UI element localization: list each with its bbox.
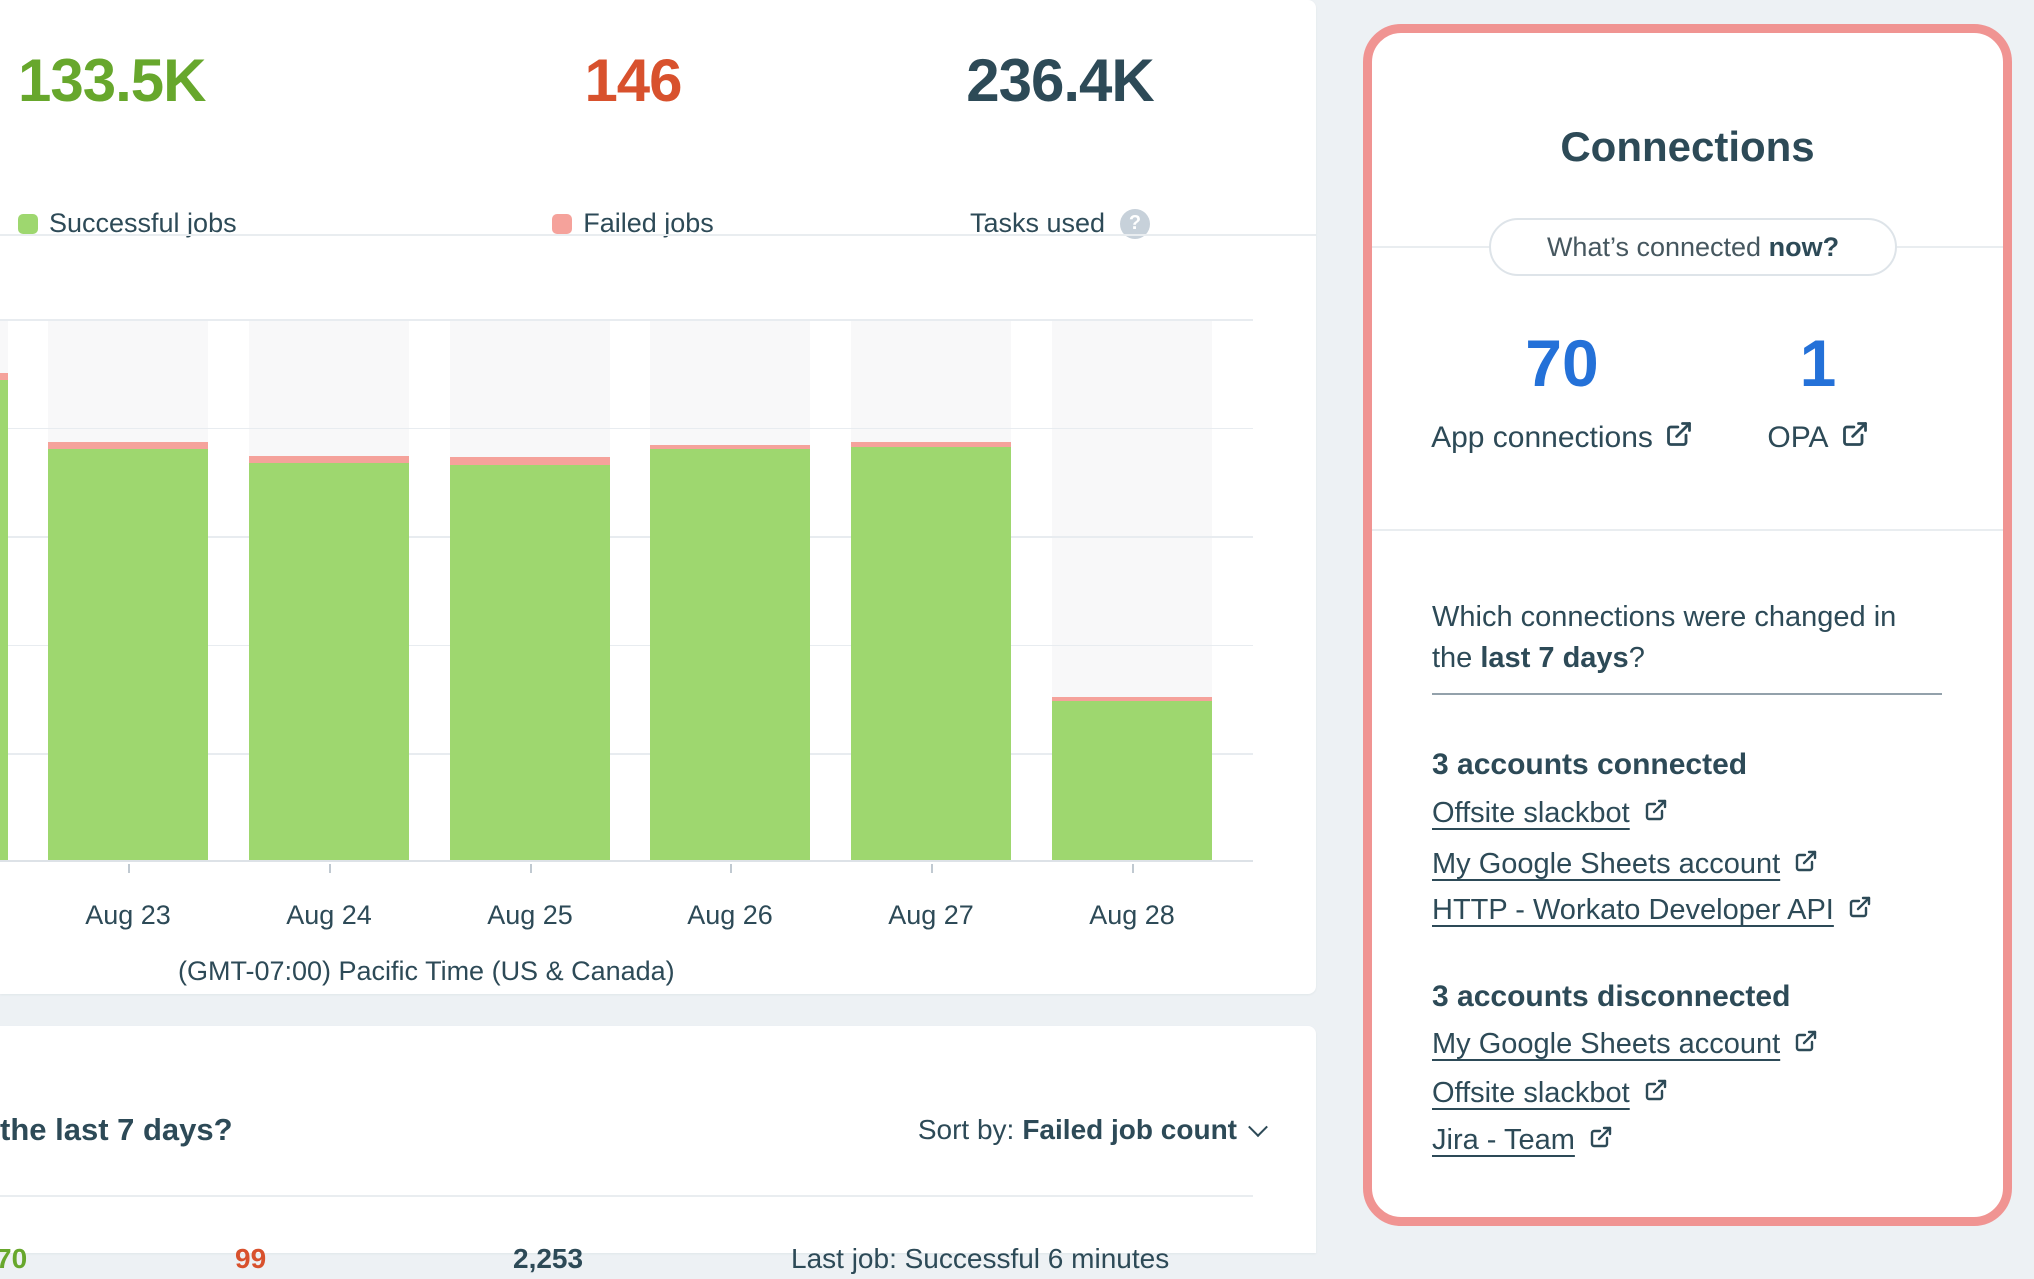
successful-jobs-legend-swatch: [18, 214, 38, 234]
disconnected-link-my-google-sheets-account[interactable]: My Google Sheets account: [1432, 1028, 1818, 1061]
disconnected-link-jira-team[interactable]: Jira - Team: [1432, 1124, 1613, 1157]
failed-jobs-segment: [0, 373, 8, 380]
link-label: Offsite slackbot: [1432, 1077, 1630, 1110]
successful-jobs-segment: [851, 447, 1011, 860]
x-axis-tick: [1132, 864, 1134, 873]
opa-link[interactable]: OPA: [1718, 420, 1918, 456]
failed-jobs-legend-swatch: [552, 214, 572, 234]
connections-title: Connections: [1372, 123, 2003, 171]
failed-jobs-segment: [48, 442, 208, 449]
chevron-down-icon: [1248, 1117, 1268, 1137]
app-connections-label: App connections: [1431, 421, 1653, 455]
failed-jobs-segment: [249, 456, 409, 463]
accounts-disconnected-heading: 3 accounts disconnected: [1432, 980, 1790, 1014]
link-label: Offsite slackbot: [1432, 797, 1630, 830]
recipe-row-clipped[interactable]: 70 99 2,253 Last job: Successful 6 minut…: [0, 1243, 1253, 1279]
connections-card: Connections What’s connected now? 70 App…: [1363, 24, 2012, 1226]
x-axis-tick: [730, 864, 732, 873]
question-underline-rule: [1432, 693, 1942, 695]
failed-jobs-value: 146: [503, 48, 763, 114]
external-link-icon: [1589, 1124, 1613, 1157]
x-axis-label: Aug 28: [1089, 900, 1175, 931]
successful-jobs-segment: [1052, 701, 1212, 860]
x-axis-tick: [530, 864, 532, 873]
successful-jobs-segment: [249, 463, 409, 860]
opa-label: OPA: [1767, 421, 1828, 455]
bar-aug-26[interactable]: [650, 445, 810, 860]
recipes-heading-fragment: the last 7 days?: [0, 1112, 233, 1148]
external-link-icon: [1644, 797, 1668, 830]
x-axis-label: Aug 26: [687, 900, 773, 931]
external-link-icon: [1794, 848, 1818, 881]
link-label: HTTP - Workato Developer API: [1432, 894, 1834, 927]
jobs-summary-card: 133.5KSuccessful jobs 146Failed jobs 236.4…: [0, 0, 1316, 994]
bar-aug-24[interactable]: [249, 456, 409, 860]
external-link-icon: [1665, 420, 1693, 456]
external-link-icon: [1644, 1077, 1668, 1110]
chart-gridline: [0, 319, 1253, 321]
app-connections-link[interactable]: App connections: [1457, 420, 1667, 456]
pill-text: What’s connected: [1547, 232, 1769, 263]
chart-timezone-label: (GMT-07:00) Pacific Time (US & Canada): [178, 956, 675, 987]
sort-by-dropdown[interactable]: Sort by: Failed job count: [918, 1114, 1265, 1146]
stat-failed-jobs: 146Failed jobs: [503, 48, 763, 114]
disconnected-link-offsite-slackbot[interactable]: Offsite slackbot: [1432, 1077, 1668, 1110]
successful-jobs-segment: [650, 449, 810, 860]
bar-aug-22[interactable]: [0, 373, 8, 860]
x-axis-tick: [128, 864, 130, 873]
stat-successful-jobs: 133.5KSuccessful jobs: [18, 48, 318, 114]
link-label: My Google Sheets account: [1432, 1028, 1780, 1061]
x-axis-tick: [931, 864, 933, 873]
successful-jobs-segment: [48, 449, 208, 860]
x-axis-label: Aug 24: [286, 900, 372, 931]
stat-tasks-used: 236.4KTasks used?: [930, 48, 1190, 114]
opa-stat: 1 OPA: [1718, 328, 1918, 456]
question-suffix: ?: [1629, 642, 1645, 674]
connected-link-offsite-slackbot[interactable]: Offsite slackbot: [1432, 797, 1668, 830]
jobs-bar-chart: [0, 319, 1253, 862]
app-connections-stat: 70 App connections: [1457, 328, 1667, 456]
chart-gridline: [0, 428, 1253, 430]
connections-section-divider: [1372, 529, 2003, 531]
question-bold: last 7 days: [1480, 642, 1628, 674]
connected-link-http-workato-developer-api[interactable]: HTTP - Workato Developer API: [1432, 894, 1872, 927]
stats-chart-divider: [0, 234, 1316, 236]
recipes-divider: [0, 1195, 1253, 1197]
tasks-used-value: 236.4K: [930, 48, 1190, 114]
failed-jobs-segment: [450, 457, 610, 465]
connections-question: Which connections were changed in the la…: [1432, 597, 1944, 679]
bar-aug-23[interactable]: [48, 442, 208, 860]
recipe-successful-count: 70: [0, 1243, 27, 1275]
connected-link-my-google-sheets-account[interactable]: My Google Sheets account: [1432, 848, 1818, 881]
x-axis-label: Aug 27: [888, 900, 974, 931]
dashboard-page: 133.5KSuccessful jobs 146Failed jobs 236.4…: [0, 0, 2034, 1253]
recipe-failed-count: 99: [235, 1243, 266, 1275]
recipe-last-job-status: Last job: Successful 6 minutes: [791, 1243, 1169, 1275]
x-axis-label: Aug 23: [85, 900, 171, 931]
x-axis-label: Aug 25: [487, 900, 573, 931]
successful-jobs-value: 133.5K: [18, 48, 318, 114]
bar-aug-28[interactable]: [1052, 697, 1212, 860]
sort-by-value: Failed job count: [1022, 1114, 1237, 1146]
external-link-icon: [1848, 894, 1872, 927]
x-axis-tick: [329, 864, 331, 873]
bar-aug-25[interactable]: [450, 457, 610, 860]
sort-by-label: Sort by:: [918, 1114, 1014, 1146]
bar-aug-27[interactable]: [851, 442, 1011, 860]
successful-jobs-segment: [450, 465, 610, 860]
recipes-list-card: the last 7 days? Sort by: Failed job cou…: [0, 1026, 1316, 1253]
link-label: Jira - Team: [1432, 1124, 1575, 1157]
successful-jobs-segment: [0, 380, 8, 860]
external-link-icon: [1794, 1028, 1818, 1061]
app-connections-count: 70: [1457, 328, 1667, 398]
whats-connected-now-button[interactable]: What’s connected now?: [1489, 218, 1897, 276]
opa-count: 1: [1718, 328, 1918, 398]
recipe-task-count: 2,253: [513, 1243, 583, 1275]
accounts-connected-heading: 3 accounts connected: [1432, 748, 1747, 782]
pill-text-bold: now?: [1769, 232, 1839, 263]
external-link-icon: [1841, 420, 1869, 456]
link-label: My Google Sheets account: [1432, 848, 1780, 881]
